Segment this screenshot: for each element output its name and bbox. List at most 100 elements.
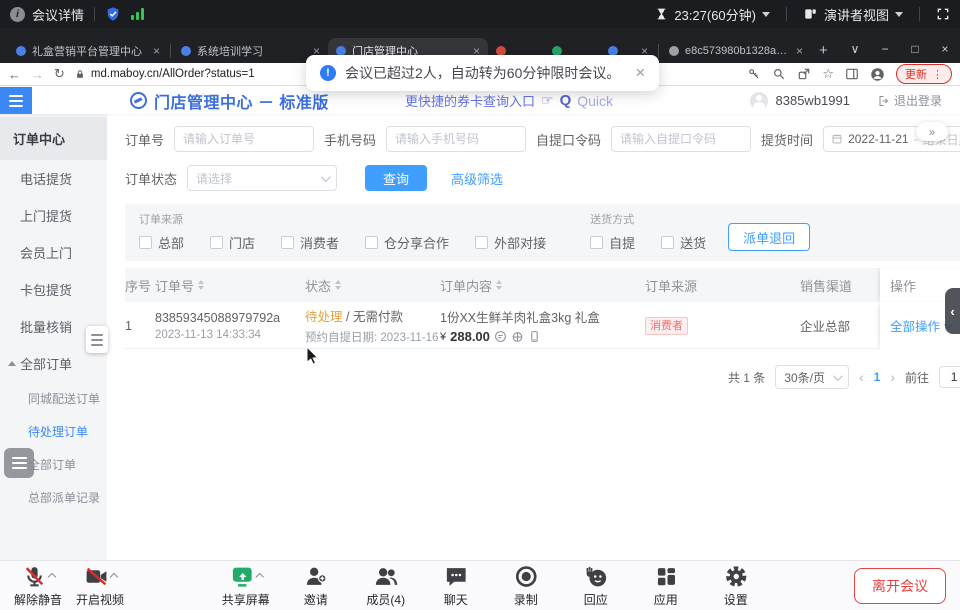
- camera-options-chevron-icon[interactable]: [109, 572, 117, 580]
- zoom-icon[interactable]: [772, 67, 786, 81]
- checkbox[interactable]: [365, 236, 378, 249]
- hamburger-menu-button[interactable]: [0, 87, 32, 114]
- phone-input[interactable]: [386, 126, 526, 152]
- profile-avatar-icon[interactable]: [870, 67, 885, 82]
- col-status[interactable]: 状态: [305, 276, 440, 295]
- sidebar-item-hq-dispatch-records[interactable]: 总部派单记录: [0, 481, 107, 514]
- user-avatar[interactable]: [750, 92, 768, 110]
- checkbox[interactable]: [281, 236, 294, 249]
- chat-button[interactable]: 聊天: [432, 564, 480, 608]
- reload-button[interactable]: ↻: [54, 66, 65, 82]
- checkbox-source-hq[interactable]: 总部: [139, 233, 184, 252]
- quick-search-label[interactable]: Quick: [577, 93, 613, 109]
- checkbox[interactable]: [590, 236, 603, 249]
- window-close-button[interactable]: ×: [930, 35, 960, 63]
- sort-icon[interactable]: [198, 280, 204, 290]
- sidebar-item-pending-orders[interactable]: 待处理订单: [0, 415, 107, 448]
- col-content[interactable]: 订单内容: [440, 276, 645, 295]
- meeting-details-label[interactable]: 会议详情: [32, 5, 84, 24]
- form-expand-button[interactable]: »: [916, 122, 948, 141]
- sidebar-item-member-visit[interactable]: 会员上门: [0, 234, 107, 271]
- tab-search-icon[interactable]: ∨: [840, 35, 870, 63]
- checkbox-delivery-pickup[interactable]: 自提: [590, 233, 635, 252]
- new-tab-button[interactable]: +: [819, 42, 828, 59]
- sort-icon[interactable]: [496, 280, 502, 290]
- record-button[interactable]: 录制: [502, 564, 550, 608]
- tab-close-icon[interactable]: ×: [153, 44, 160, 58]
- browser-tab[interactable]: 礼盒营销平台管理中心 ×: [8, 38, 168, 63]
- quick-search-icon[interactable]: Q: [560, 92, 572, 109]
- view-mode-label[interactable]: 演讲者视图: [824, 5, 889, 24]
- checkbox-delivery-ship[interactable]: 送货: [661, 233, 706, 252]
- key-icon[interactable]: [747, 67, 761, 81]
- view-caret-icon[interactable]: [895, 12, 903, 17]
- sort-icon[interactable]: [335, 280, 341, 290]
- checkbox-source-warehouse-share[interactable]: 仓分享合作: [365, 233, 449, 252]
- browser-tab[interactable]: 系统培训学习 ×: [173, 38, 328, 63]
- start-video-button[interactable]: 开启视频: [76, 564, 124, 608]
- filter-panel: 订单来源 总部 门店 消费者 仓分享合作 外部对接 送货方式 自提 送货: [125, 204, 960, 261]
- checkbox-source-store[interactable]: 门店: [210, 233, 255, 252]
- window-maximize-button[interactable]: □: [900, 35, 930, 63]
- checkbox[interactable]: [139, 236, 152, 249]
- share-icon[interactable]: [797, 67, 811, 81]
- share-screen-button[interactable]: 共享屏幕: [222, 564, 270, 608]
- prev-page-button[interactable]: ‹: [859, 369, 864, 385]
- meeting-panel-collapse-handle[interactable]: ‹: [945, 288, 960, 334]
- mic-options-chevron-icon[interactable]: [47, 572, 55, 580]
- current-page[interactable]: 1: [874, 370, 881, 384]
- search-button[interactable]: 查询: [365, 165, 427, 191]
- bookmark-star-icon[interactable]: ☆: [822, 66, 834, 82]
- share-options-chevron-icon[interactable]: [255, 572, 263, 580]
- page-size-select[interactable]: 30条/页: [775, 365, 849, 389]
- invite-button[interactable]: 邀请: [292, 564, 340, 608]
- meeting-toolbar: 解除静音 开启视频 共享屏幕: [0, 560, 960, 610]
- share-screen-icon: [229, 564, 254, 589]
- table-row[interactable]: 1 83859345088979792a 2023-11-13 14:33:34…: [125, 302, 960, 349]
- window-minimize-button[interactable]: −: [870, 35, 900, 63]
- browser-menu-icon[interactable]: ⋮: [932, 68, 943, 81]
- sidebar-collapse-handle[interactable]: [86, 326, 108, 353]
- checkbox[interactable]: [661, 236, 674, 249]
- checkbox-source-consumer[interactable]: 消费者: [281, 233, 339, 252]
- order-status-select[interactable]: 请选择: [187, 165, 337, 191]
- pickup-code-input[interactable]: [611, 126, 751, 152]
- browser-tab[interactable]: e8c573980b1328a258fd2e6... ×: [661, 38, 811, 63]
- timer-caret-icon[interactable]: [762, 12, 770, 17]
- unmute-button[interactable]: 解除静音: [14, 564, 62, 608]
- checkbox-source-external[interactable]: 外部对接: [475, 233, 546, 252]
- fullscreen-icon[interactable]: [936, 7, 950, 21]
- order-no-input[interactable]: [174, 126, 314, 152]
- dispatch-return-button[interactable]: 派单退回: [728, 223, 810, 251]
- browser-update-button[interactable]: 更新 ⋮: [896, 64, 952, 84]
- floating-list-button[interactable]: [4, 448, 34, 478]
- toast-close-icon[interactable]: ×: [635, 63, 645, 83]
- col-order-no[interactable]: 订单号: [155, 276, 305, 295]
- checkbox[interactable]: [475, 236, 488, 249]
- reactions-button[interactable]: 回应: [572, 564, 620, 608]
- settings-button[interactable]: 设置: [712, 564, 760, 608]
- side-panel-icon[interactable]: [845, 67, 859, 81]
- forward-button[interactable]: →: [31, 67, 44, 82]
- logout-button[interactable]: 退出登录: [878, 92, 942, 109]
- goto-page-input[interactable]: [939, 366, 960, 388]
- next-page-button[interactable]: ›: [890, 369, 895, 385]
- members-button[interactable]: 成员(4): [362, 564, 410, 608]
- checkbox[interactable]: [210, 236, 223, 249]
- back-button[interactable]: ←: [8, 67, 21, 82]
- apps-button[interactable]: 应用: [642, 564, 690, 608]
- tab-close-icon[interactable]: ×: [796, 44, 803, 58]
- shield-check-icon[interactable]: [105, 6, 121, 22]
- meeting-info-icon[interactable]: i: [10, 7, 25, 22]
- sidebar-item-city-delivery-orders[interactable]: 同城配送订单: [0, 382, 107, 415]
- sidebar-item-phone-pickup[interactable]: 电话提货: [0, 160, 107, 197]
- web-page: 门店管理中心 － 标准版 更快捷的券卡查询入口 ☞ Q Quick 8385wb…: [0, 87, 960, 560]
- date-start-value[interactable]: 2022-11-21: [848, 132, 909, 146]
- advanced-filter-link[interactable]: 高级筛选: [451, 169, 503, 188]
- coupon-query-link[interactable]: 更快捷的券卡查询入口: [405, 91, 535, 110]
- table-header: 序号 订单号 状态 订单内容 订单来源 销售渠道 操作: [125, 268, 960, 302]
- sidebar-item-card-pickup[interactable]: 卡包提货: [0, 271, 107, 308]
- network-signal-icon[interactable]: [131, 8, 144, 20]
- leave-meeting-button[interactable]: 离开会议: [854, 568, 946, 604]
- sidebar-item-door-pickup[interactable]: 上门提货: [0, 197, 107, 234]
